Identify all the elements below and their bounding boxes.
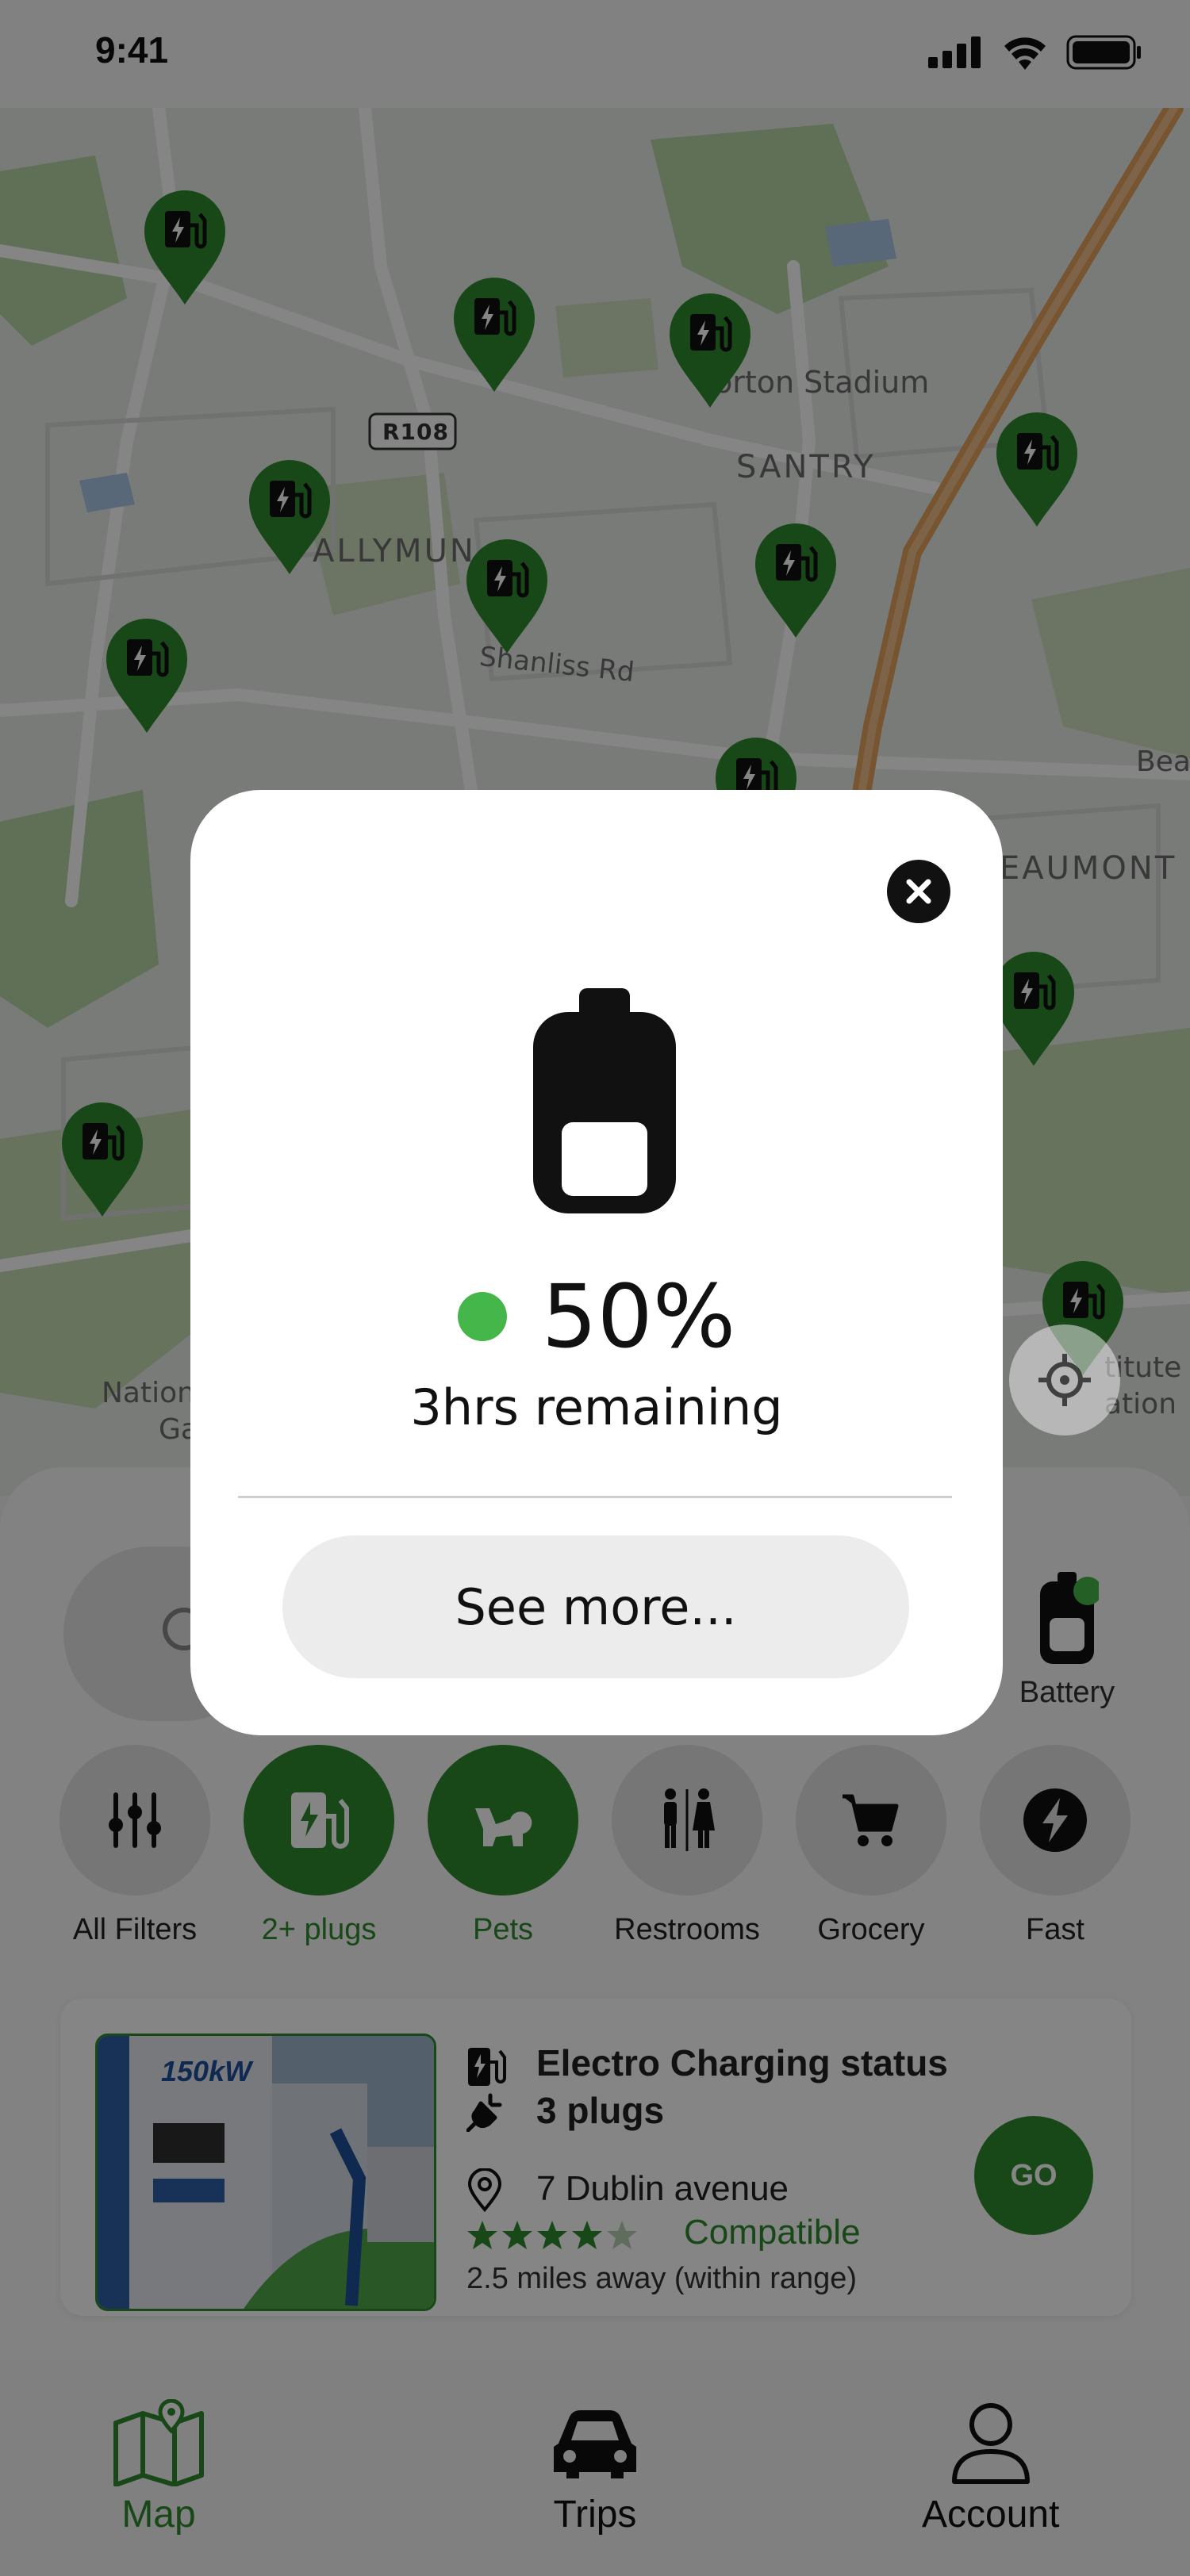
battery-percent-row: 50%	[190, 1266, 1003, 1367]
modal-divider	[238, 1496, 952, 1498]
battery-icon	[533, 988, 676, 1213]
see-more-button[interactable]: See more...	[282, 1535, 909, 1678]
battery-modal: 50% 3hrs remaining See more...	[190, 790, 1003, 1735]
time-remaining: 3hrs remaining	[410, 1378, 783, 1436]
locate-me-button[interactable]	[1009, 1324, 1120, 1436]
battery-fill-level	[562, 1122, 647, 1196]
close-button[interactable]	[887, 860, 950, 923]
status-dot	[457, 1292, 507, 1341]
crosshair-icon	[1038, 1354, 1091, 1406]
close-icon	[906, 879, 931, 904]
battery-percent: 50%	[541, 1266, 736, 1367]
